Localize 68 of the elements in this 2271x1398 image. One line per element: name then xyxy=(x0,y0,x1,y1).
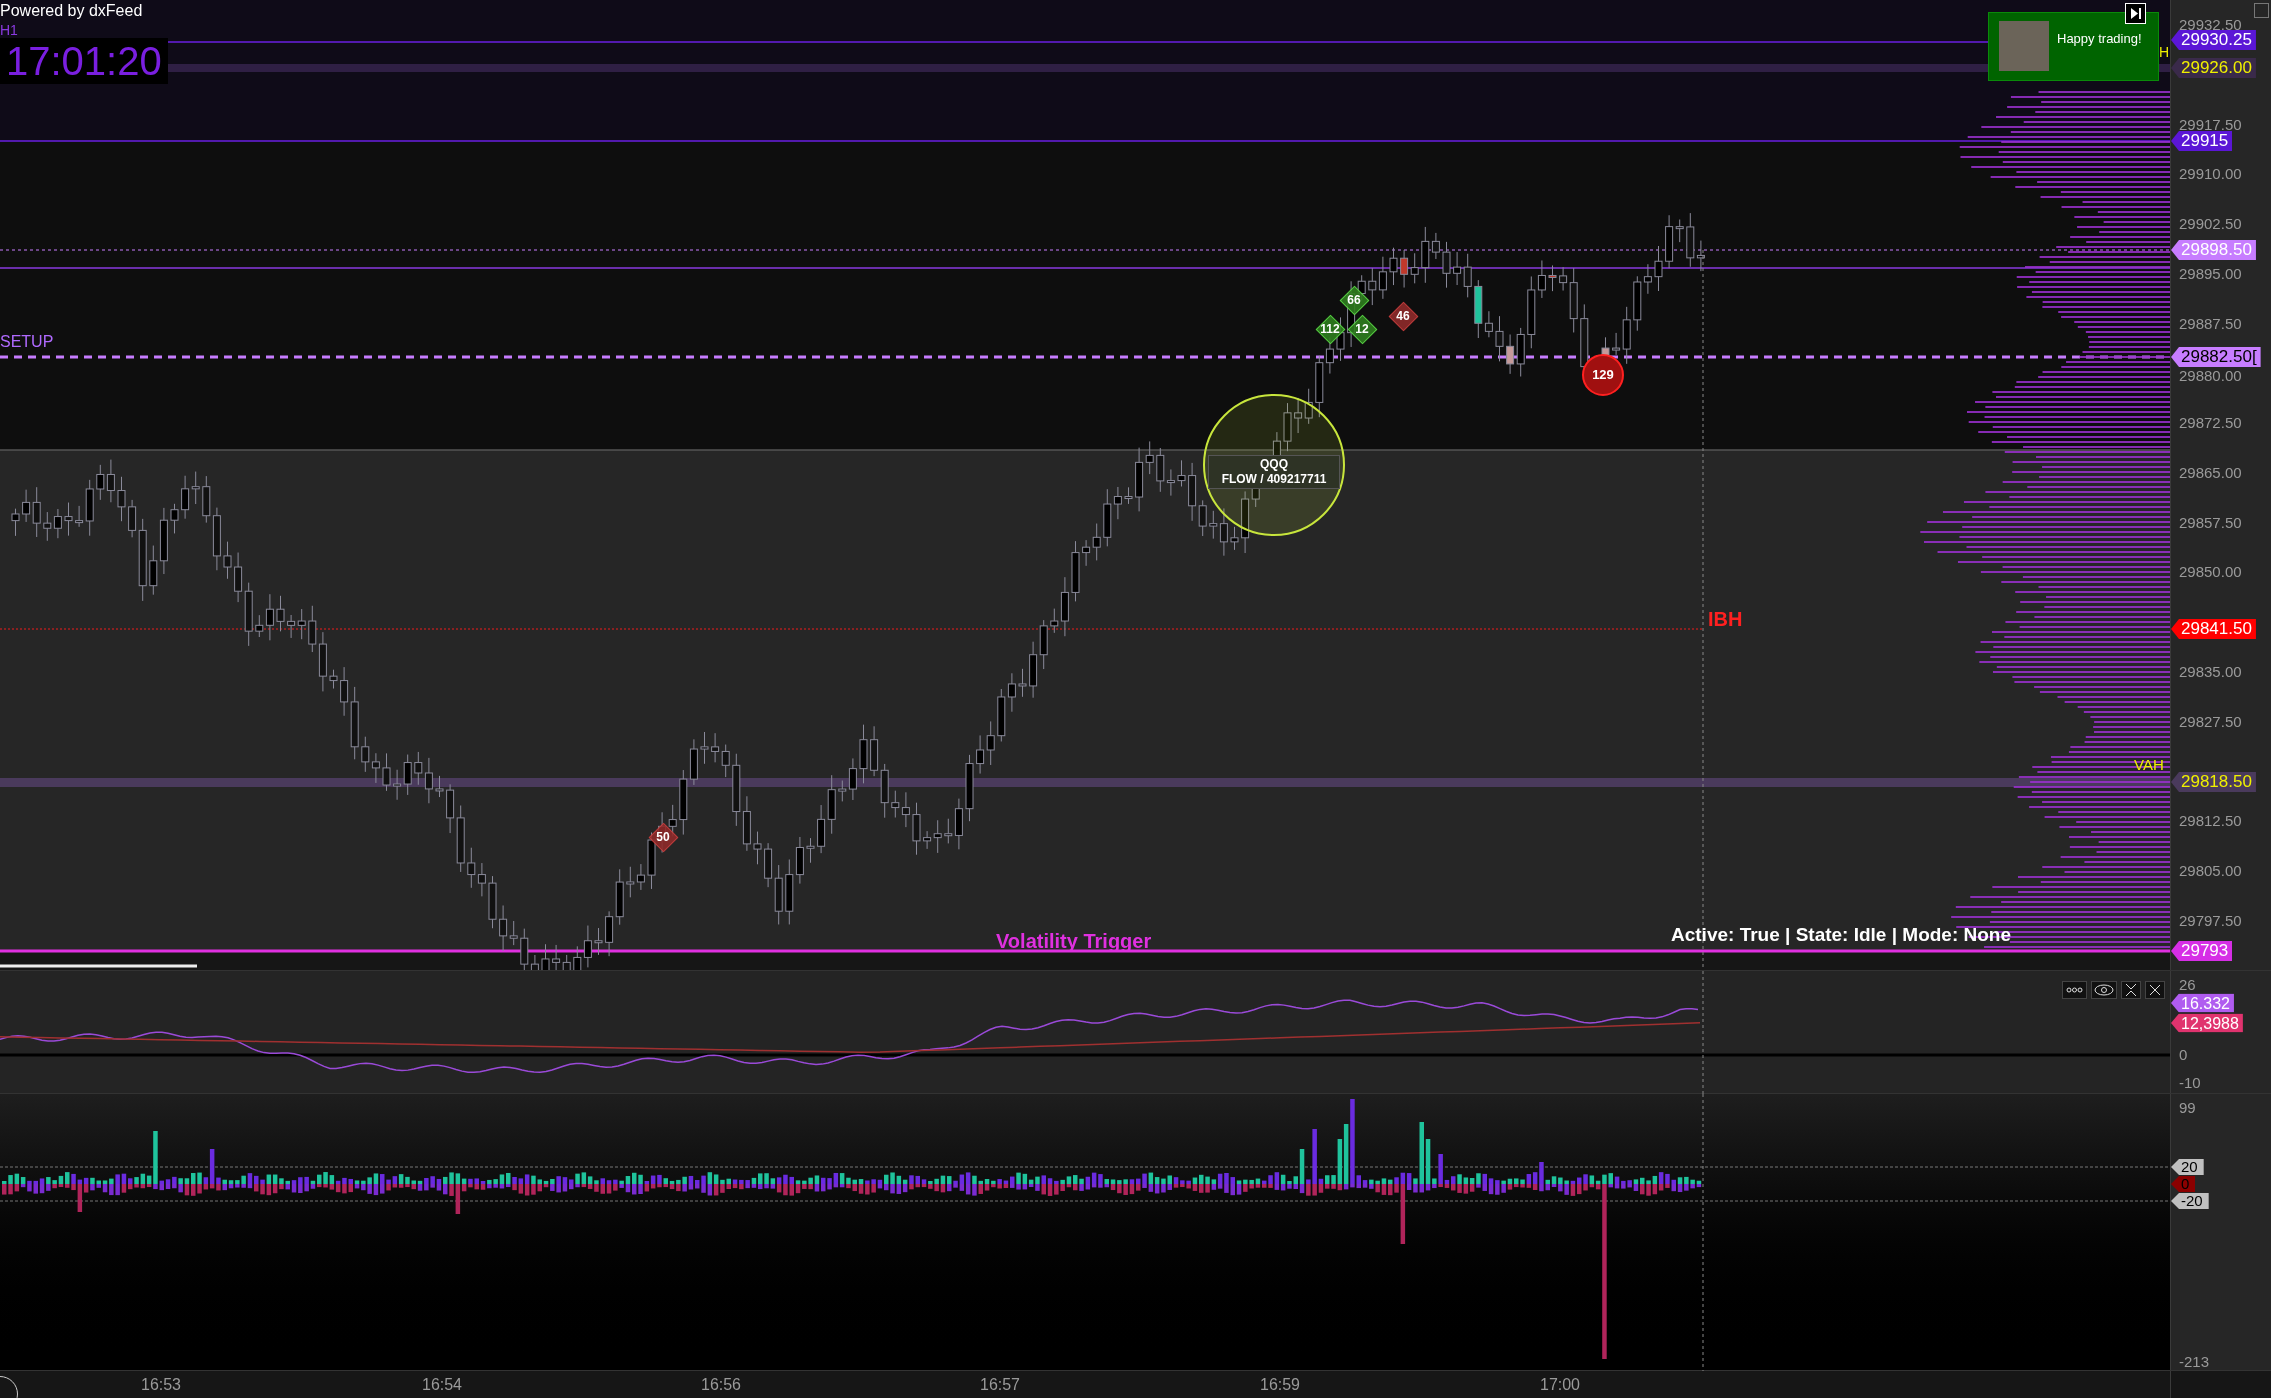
flow-value: FLOW / 409217711 xyxy=(1221,472,1327,487)
price-tag: 29915 xyxy=(2171,131,2233,151)
price-tag: 29926.00 xyxy=(2171,58,2256,78)
marker-value: 50 xyxy=(656,829,670,846)
time-tick-label: 16:56 xyxy=(701,1376,741,1394)
brand-text: Powered by dxFeed xyxy=(0,1,143,21)
price-tag: 29793 xyxy=(2171,941,2233,961)
collapse-icon xyxy=(2125,983,2137,997)
f-square-icon[interactable] xyxy=(2254,3,2269,18)
axis-tick-label: -10 xyxy=(2179,1075,2201,1091)
axis-tick-label: 29850.00 xyxy=(2179,564,2242,580)
axis-tick-label: -213 xyxy=(2179,1354,2210,1370)
level-tag: 0 xyxy=(2171,1176,2196,1192)
axis-tick-label: 29902.50 xyxy=(2179,216,2242,232)
vah-label: VAH xyxy=(2134,755,2164,775)
time-tick-label: 16:53 xyxy=(141,1376,181,1394)
photo-placeholder xyxy=(1999,21,2049,71)
value-tag: 16.332 xyxy=(2171,993,2234,1013)
time-tick-label: 16:59 xyxy=(1260,1376,1300,1394)
collapse-button[interactable] xyxy=(2121,981,2141,999)
axis-tick-label: 29880.00 xyxy=(2179,368,2242,384)
ibh-label: IBH xyxy=(1708,607,1743,632)
clock-display: 17:01:20 xyxy=(0,38,168,84)
more-button[interactable] xyxy=(2062,981,2087,999)
close-button[interactable] xyxy=(2145,981,2165,999)
skip-forward-icon xyxy=(2129,7,2142,20)
axis-tick-label: 29872.50 xyxy=(2179,415,2242,431)
h-label: H xyxy=(2159,44,2170,60)
axis-tick-label: 29865.00 xyxy=(2179,465,2242,481)
flow-symbol: QQQ xyxy=(1260,457,1288,472)
axis-tick-label: 29812.50 xyxy=(2179,813,2242,829)
price-tag: 29882.50[ xyxy=(2171,347,2261,367)
marker-value: 112 xyxy=(1320,321,1340,338)
axis-tick-label: 29895.00 xyxy=(2179,266,2242,282)
skip-button[interactable] xyxy=(2125,3,2146,24)
level-tag: -20 xyxy=(2171,1193,2209,1209)
axis-tick-label: 29932.50 xyxy=(2179,17,2242,33)
price-tag: 29898.50 xyxy=(2171,240,2256,260)
axis-tick-label: 29917.50 xyxy=(2179,117,2242,133)
close-icon xyxy=(2149,984,2161,996)
scroll-bar[interactable] xyxy=(0,964,197,968)
axis-tick-label: 29857.50 xyxy=(2179,515,2242,531)
time-tick-label: 16:57 xyxy=(980,1376,1020,1394)
time-tick-label: 17:00 xyxy=(1540,1376,1580,1394)
timeframe-label: H1 xyxy=(0,22,18,38)
notification-message: Happy trading! xyxy=(2057,31,2142,47)
axis-tick-label: 0 xyxy=(2179,1047,2188,1063)
axis-tick-label: 29887.50 xyxy=(2179,316,2242,332)
axis-tick-label: 99 xyxy=(2179,1100,2196,1116)
more-dots-icon xyxy=(2066,987,2083,993)
axis-tick-label: 29835.00 xyxy=(2179,664,2242,680)
time-tick-label: 16:54 xyxy=(422,1376,462,1394)
axis-tick-label: 29797.50 xyxy=(2179,913,2242,929)
price-tag: 29930.25 xyxy=(2171,30,2256,50)
setup-label: SETUP xyxy=(0,332,54,352)
eye-icon xyxy=(2094,984,2114,996)
marker-value: 66 xyxy=(1347,292,1361,309)
axis-tick-label: 29827.50 xyxy=(2179,714,2242,730)
axis-tick-label: 26 xyxy=(2179,977,2196,993)
axis-tick-label: 29910.00 xyxy=(2179,166,2242,182)
price-tag: 29841.50 xyxy=(2171,619,2256,639)
price-tag: 29818.50 xyxy=(2171,772,2256,792)
marker-value: 46 xyxy=(1396,308,1410,325)
level-tag: 20 xyxy=(2171,1159,2204,1175)
value-tag: 12,3988 xyxy=(2171,1013,2243,1033)
visibility-button[interactable] xyxy=(2091,981,2117,999)
axis-tick-label: 29805.00 xyxy=(2179,863,2242,879)
marker-value: 12 xyxy=(1355,321,1369,338)
